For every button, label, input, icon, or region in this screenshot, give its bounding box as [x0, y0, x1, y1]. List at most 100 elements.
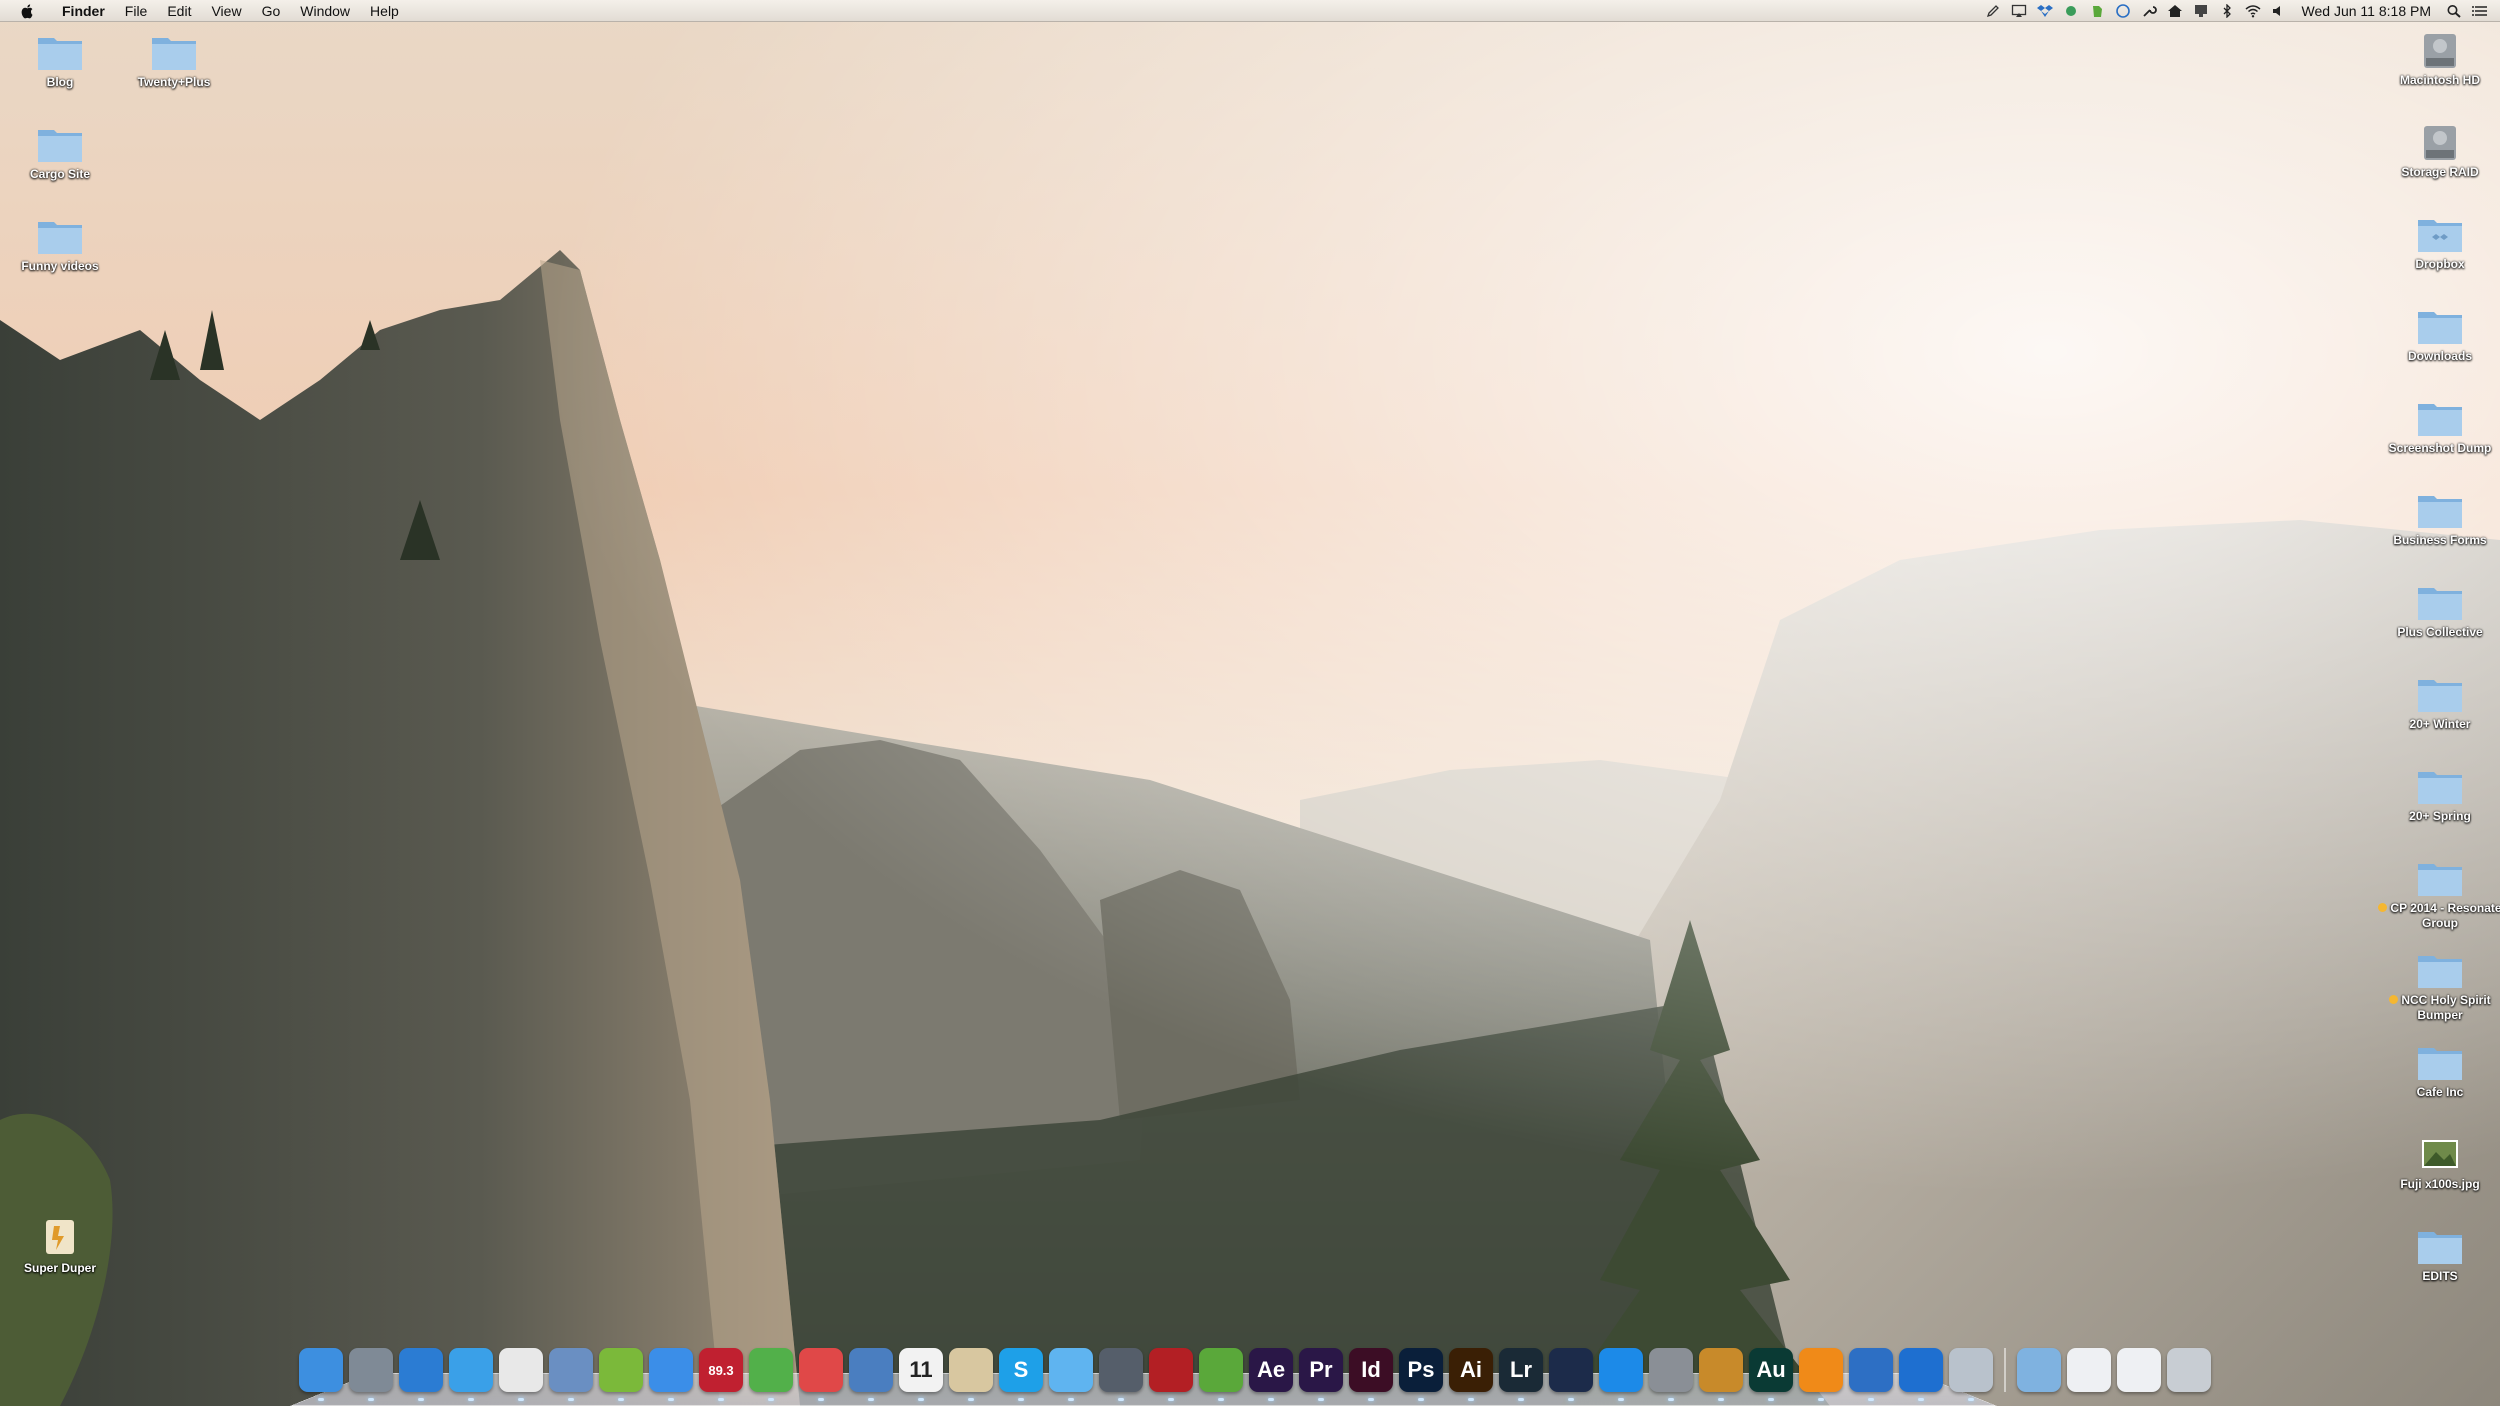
- desktop-folder-dropbox[interactable]: Dropbox: [2375, 214, 2500, 272]
- desktop-folder-20-spring[interactable]: 20+ Spring: [2375, 766, 2500, 824]
- running-indicator: [1068, 1398, 1074, 1401]
- desktop-icon-label: Storage RAID: [2401, 165, 2479, 179]
- menu-finder[interactable]: Finder: [52, 3, 115, 19]
- dock-icon-label: Id: [1361, 1357, 1381, 1382]
- radio-icon[interactable]: 89.3: [699, 1348, 743, 1401]
- teamviewer-icon[interactable]: [1899, 1348, 1943, 1401]
- menu-bar-clock[interactable]: Wed Jun 11 8:18 PM: [2302, 3, 2431, 19]
- cinema4d-icon[interactable]: [1549, 1348, 1593, 1401]
- bluetooth-icon[interactable]: [2219, 4, 2235, 18]
- indesign-icon[interactable]: Id: [1349, 1348, 1393, 1401]
- wrench-icon[interactable]: [2141, 4, 2157, 18]
- desktop-folder-20-winter[interactable]: 20+ Winter: [2375, 674, 2500, 732]
- vlc-icon[interactable]: [1799, 1348, 1843, 1401]
- menu-file[interactable]: File: [115, 3, 158, 19]
- quicktime-icon[interactable]: [1849, 1348, 1893, 1401]
- skype-icon[interactable]: S: [999, 1348, 1043, 1401]
- desktop-folder-ncc-holy-spirit-bumper[interactable]: NCC Holy Spirit Bumper: [2375, 950, 2500, 1023]
- airplay-icon[interactable]: [2011, 4, 2027, 18]
- wunderlist-icon[interactable]: [799, 1348, 843, 1401]
- app-store-icon[interactable]: [1599, 1348, 1643, 1401]
- desktop-icon-label: Super Duper: [23, 1261, 96, 1275]
- leaf-app-icon[interactable]: [1199, 1348, 1243, 1401]
- system-preferences-icon[interactable]: [1649, 1348, 1693, 1401]
- screenshot-icon[interactable]: [1949, 1348, 1993, 1401]
- premiere-icon[interactable]: Pr: [1299, 1348, 1343, 1401]
- desktop-icon-label: Blog: [46, 75, 74, 89]
- desktop-icon-label: Twenty+Plus: [137, 75, 211, 89]
- documents-stack-icon[interactable]: [2067, 1348, 2111, 1392]
- desktop-folder-funny-videos[interactable]: Funny videos: [0, 216, 125, 274]
- photo-viewer-icon[interactable]: [949, 1348, 993, 1401]
- safari-icon[interactable]: [449, 1348, 493, 1401]
- image-file-icon: [2416, 1134, 2464, 1174]
- spotify-icon[interactable]: [599, 1348, 643, 1401]
- trash-icon[interactable]: [2167, 1348, 2211, 1392]
- desktop-folder-blog[interactable]: Blog: [0, 32, 125, 90]
- running-indicator: [818, 1398, 824, 1401]
- desktop-folder-business-forms[interactable]: Business Forms: [2375, 490, 2500, 548]
- photoshop-icon[interactable]: Ps: [1399, 1348, 1443, 1401]
- preview-icon[interactable]: [549, 1348, 593, 1401]
- running-indicator: [1368, 1398, 1374, 1401]
- desktop-file-fuji-x100s[interactable]: Fuji x100s.jpg: [2375, 1134, 2500, 1192]
- folder-icon: [2416, 398, 2464, 438]
- volume-icon[interactable]: [2271, 4, 2287, 18]
- desktop-folder-cp-2014[interactable]: CP 2014 - Resonate Group: [2375, 858, 2500, 931]
- menu-go[interactable]: Go: [252, 3, 291, 19]
- dropbox-icon[interactable]: [2036, 4, 2053, 18]
- running-indicator: [1618, 1398, 1624, 1401]
- after-effects-icon[interactable]: Ae: [1249, 1348, 1293, 1401]
- dock: 89.3 11 S Ae Pr Id Ps Ai Lr Au: [290, 1340, 2211, 1406]
- desktop-folder-twenty-plus[interactable]: Twenty+Plus: [109, 32, 239, 90]
- running-indicator: [1668, 1398, 1674, 1401]
- notifications-icon[interactable]: [2472, 4, 2488, 18]
- menu-edit[interactable]: Edit: [157, 3, 201, 19]
- calendar-icon[interactable]: 11: [899, 1348, 943, 1401]
- home-icon[interactable]: [2167, 4, 2183, 18]
- cloud-sync-icon[interactable]: [2063, 4, 2079, 18]
- dock-icon-label: Ai: [1460, 1357, 1482, 1382]
- downloads-stack-icon[interactable]: [2117, 1348, 2161, 1392]
- illustrator-icon[interactable]: Ai: [1449, 1348, 1493, 1401]
- pencil-icon[interactable]: [1985, 4, 2001, 18]
- chrome-icon[interactable]: [499, 1348, 543, 1401]
- disk-utility-icon[interactable]: [849, 1348, 893, 1401]
- facetime-icon[interactable]: [1099, 1348, 1143, 1401]
- desktop-folder-screenshot-dump[interactable]: Screenshot Dump: [2375, 398, 2500, 456]
- applications-folder-icon[interactable]: [2017, 1348, 2061, 1392]
- menu-window[interactable]: Window: [290, 3, 360, 19]
- itunes-icon[interactable]: [649, 1348, 693, 1401]
- desktop-icon-label: Screenshot Dump: [2388, 441, 2492, 455]
- menu-view[interactable]: View: [201, 3, 251, 19]
- lightroom-icon[interactable]: Lr: [1499, 1348, 1543, 1401]
- cocktail-icon[interactable]: [1699, 1348, 1743, 1401]
- desktop-drive-storage-raid[interactable]: Storage RAID: [2375, 122, 2500, 180]
- messages-icon[interactable]: [1049, 1348, 1093, 1401]
- tweetbot-icon[interactable]: [399, 1348, 443, 1401]
- finder-icon[interactable]: [299, 1348, 343, 1401]
- desktop-drive-macintosh-hd[interactable]: Macintosh HD: [2375, 30, 2500, 88]
- desktop-app-super-duper[interactable]: Super Duper: [0, 1218, 125, 1276]
- dock-icon-label: Ps: [1407, 1357, 1435, 1382]
- desktop-folder-cafe-inc[interactable]: Cafe Inc: [2375, 1042, 2500, 1100]
- app-icon[interactable]: [2115, 4, 2131, 18]
- apple-menu-icon[interactable]: [20, 3, 36, 19]
- folder-icon: [2416, 1042, 2464, 1082]
- audition-icon[interactable]: Au: [1749, 1348, 1793, 1401]
- running-indicator: [418, 1398, 424, 1401]
- menu-help[interactable]: Help: [360, 3, 409, 19]
- evernote-icon[interactable]: [2089, 4, 2105, 18]
- desktop-folder-plus-collective[interactable]: Plus Collective: [2375, 582, 2500, 640]
- launchpad-icon[interactable]: [349, 1348, 393, 1401]
- desktop-folder-cargo-site[interactable]: Cargo Site: [0, 124, 125, 182]
- folder-icon: [2416, 1226, 2464, 1266]
- spotlight-icon[interactable]: [2446, 4, 2462, 18]
- photo-booth-icon[interactable]: [1149, 1348, 1193, 1401]
- desktop-folder-downloads[interactable]: Downloads: [2375, 306, 2500, 364]
- wifi-icon[interactable]: [2245, 4, 2261, 18]
- evernote-icon[interactable]: [749, 1348, 793, 1401]
- display-icon[interactable]: [2193, 4, 2209, 18]
- desktop-folder-edits[interactable]: EDITS: [2375, 1226, 2500, 1284]
- running-indicator: [1868, 1398, 1874, 1401]
